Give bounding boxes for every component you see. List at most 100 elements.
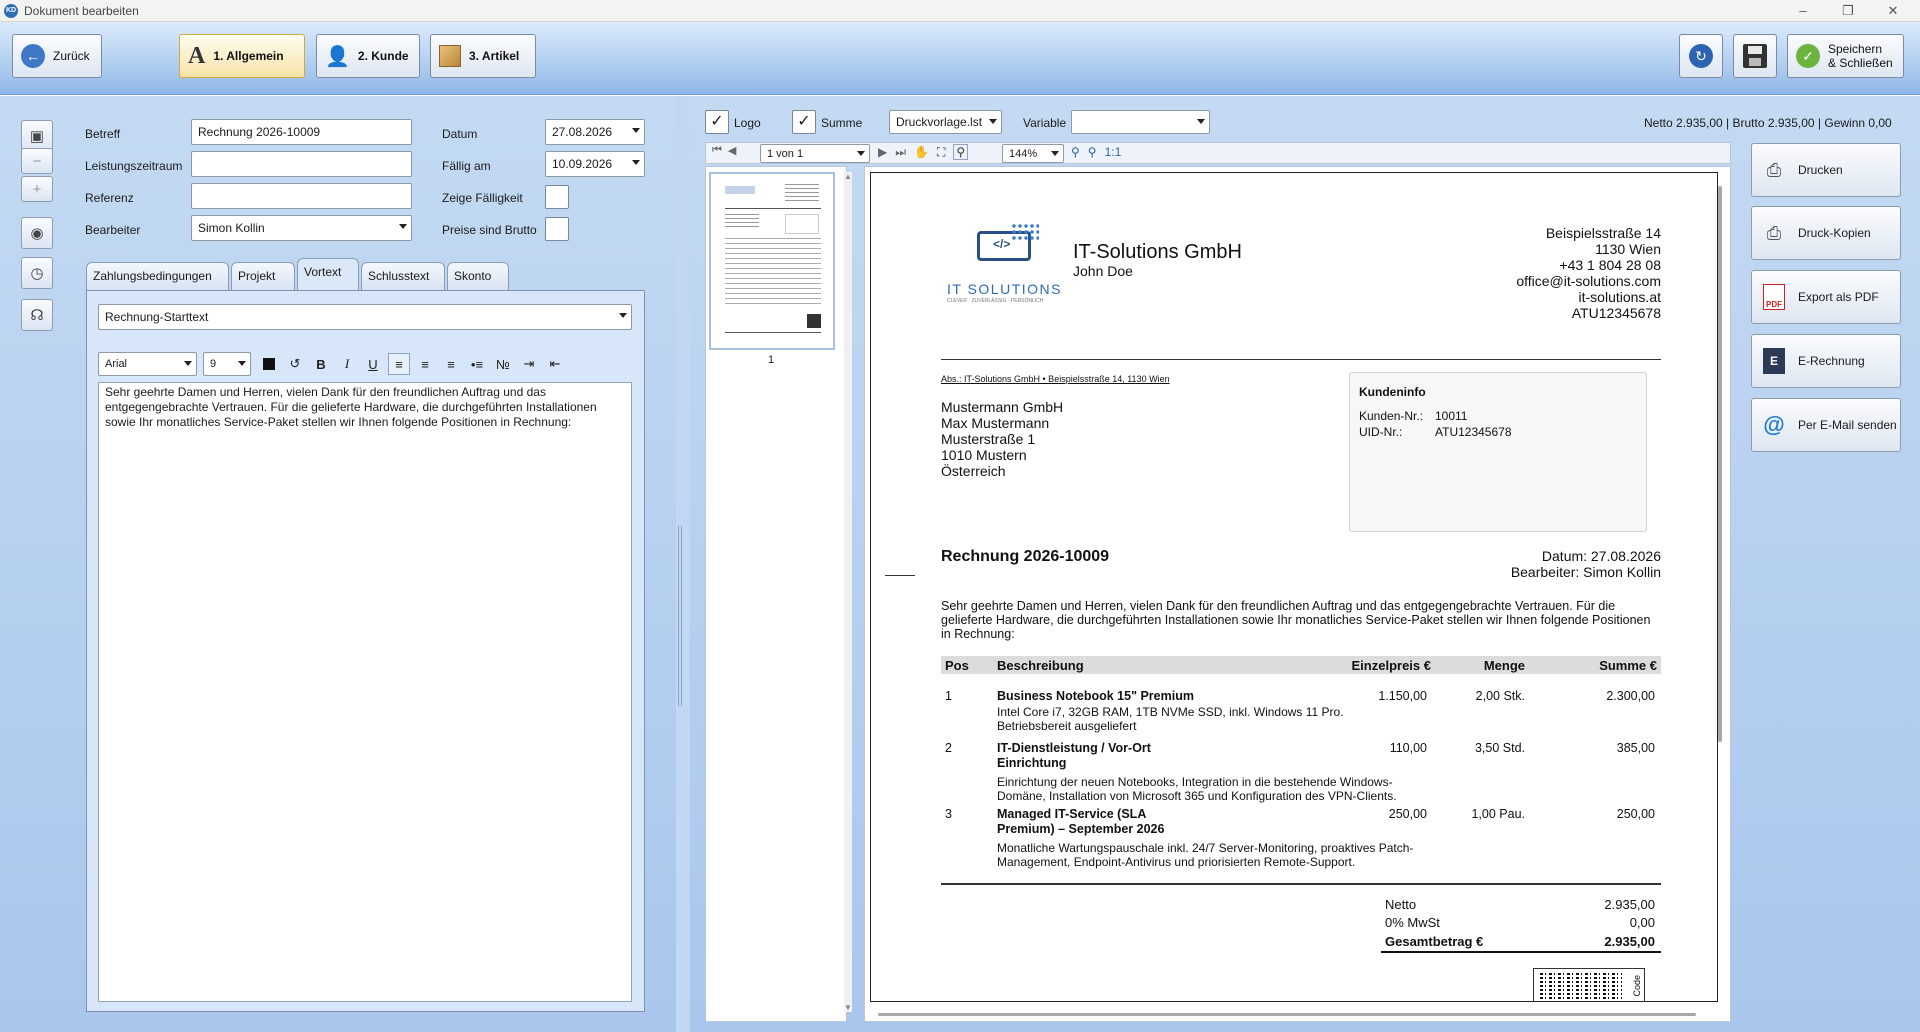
- scroll-up-icon[interactable]: ▲: [844, 172, 852, 181]
- hand-tool-icon[interactable]: ✋: [914, 145, 929, 159]
- save-close-line2: & Schließen: [1828, 56, 1893, 70]
- next-page-icon[interactable]: ▶: [878, 145, 887, 159]
- outdent-icon[interactable]: ⇤: [544, 353, 566, 375]
- chevron-down-icon: [399, 224, 407, 229]
- invoice-intro: Sehr geehrte Damen und Herren, vielen Da…: [941, 599, 1651, 641]
- plus-icon[interactable]: +: [21, 176, 53, 202]
- totals-summary: Netto 2.935,00 | Brutto 2.935,00 | Gewin…: [1644, 116, 1892, 130]
- invoice-meta: Datum: 27.08.2026 Bearbeiter: Simon Koll…: [1431, 548, 1661, 580]
- vortext-editor[interactable]: Sehr geehrte Damen und Herren, vielen Da…: [98, 382, 632, 1002]
- total-underline: [1381, 951, 1661, 953]
- headset-icon[interactable]: ☊: [21, 299, 53, 331]
- scroll-down-icon[interactable]: ▼: [844, 1003, 852, 1012]
- referenz-input[interactable]: [191, 183, 412, 209]
- tab-vortext[interactable]: Vortext: [297, 258, 359, 291]
- referenz-label: Referenz: [85, 191, 134, 205]
- leistungszeitraum-input[interactable]: [191, 151, 412, 177]
- zoom-out-icon[interactable]: ⚲: [1088, 145, 1097, 159]
- save-button[interactable]: [1733, 34, 1777, 78]
- preise-brutto-checkbox[interactable]: [545, 217, 569, 241]
- align-right-icon[interactable]: ≡: [440, 353, 462, 375]
- prev-page-icon[interactable]: ◀: [728, 144, 736, 157]
- tab-allgemein[interactable]: A 1. Allgemein: [179, 34, 305, 78]
- select-tool-icon[interactable]: ⛶: [937, 145, 945, 160]
- font-size-value: 9: [210, 358, 217, 370]
- thumbnail-scrollbar[interactable]: ▲ ▼: [844, 172, 852, 1012]
- align-center-icon[interactable]: ≡: [414, 353, 436, 375]
- zoom-area-icon[interactable]: ⚲: [953, 144, 969, 160]
- document-vertical-scrollbar[interactable]: [1718, 186, 1722, 742]
- align-left-icon[interactable]: ≡: [388, 353, 410, 375]
- maximize-icon[interactable]: ❐: [1828, 1, 1868, 21]
- numbered-list-icon[interactable]: №: [492, 353, 514, 375]
- tab-artikel-label: 3. Artikel: [469, 49, 520, 63]
- item-pos: 3: [945, 807, 952, 821]
- page-value: 1 von 1: [767, 147, 804, 160]
- zeige-faelligkeit-checkbox[interactable]: [545, 185, 569, 209]
- faellig-label: Fällig am: [442, 159, 491, 173]
- summe-checkbox[interactable]: ✓: [792, 110, 816, 134]
- save-close-label: Speichern & Schließen: [1828, 42, 1893, 70]
- zoom-one-to-one[interactable]: 1:1: [1105, 145, 1122, 159]
- header-divider: [941, 359, 1661, 360]
- tab-skonto[interactable]: Skonto: [447, 262, 509, 290]
- logo-label: Logo: [734, 116, 761, 130]
- floppy-disk-icon: [1743, 44, 1767, 68]
- tab-artikel[interactable]: 3. Artikel: [430, 34, 536, 78]
- title-bar: KD Dokument bearbeiten – ❐ ✕: [0, 0, 1920, 22]
- recipient-line: Max Mustermann: [941, 415, 1050, 431]
- font-family-value: Arial: [105, 358, 128, 370]
- logo-graphic: </>: [969, 223, 1039, 271]
- close-icon[interactable]: ✕: [1873, 1, 1913, 21]
- tab-kunde[interactable]: 👤 2. Kunde: [316, 34, 420, 78]
- zoom-in-icon[interactable]: ⚲: [1071, 145, 1080, 159]
- tab-zahlungsbedingungen[interactable]: Zahlungsbedingungen: [86, 262, 229, 290]
- tab-schlusstext[interactable]: Schlusstext: [361, 262, 445, 290]
- invoice-title: Rechnung 2026-10009: [941, 548, 1110, 565]
- page-select[interactable]: 1 von 1: [760, 144, 870, 163]
- export-pdf-label: Export als PDF: [1798, 290, 1879, 304]
- indent-icon[interactable]: ⇥: [518, 353, 540, 375]
- last-page-icon[interactable]: ⏭: [895, 145, 906, 160]
- print-button[interactable]: ⎙ Drucken: [1751, 143, 1901, 197]
- font-size-select[interactable]: 9: [203, 352, 251, 376]
- font-family-select[interactable]: Arial: [98, 352, 197, 376]
- underline-icon[interactable]: U: [362, 353, 384, 375]
- back-button[interactable]: ← Zurück: [12, 34, 102, 78]
- recipient-line: Mustermann GmbH: [941, 399, 1064, 415]
- page-thumbnail[interactable]: [709, 172, 835, 350]
- save-close-line1: Speichern: [1828, 42, 1883, 56]
- document-horizontal-scrollbar[interactable]: [878, 1013, 1696, 1016]
- minus-icon[interactable]: −: [21, 148, 53, 174]
- e-rechnung-button[interactable]: E E-Rechnung: [1751, 334, 1901, 388]
- save-close-button[interactable]: ✓ Speichern & Schließen: [1787, 34, 1904, 78]
- splitter-handle[interactable]: [678, 526, 682, 706]
- faellig-value: 10.09.2026: [552, 157, 613, 171]
- preise-brutto-label: Preise sind Brutto: [442, 223, 537, 237]
- bold-icon[interactable]: B: [310, 353, 332, 375]
- email-send-button[interactable]: @ Per E-Mail senden: [1751, 398, 1901, 452]
- vortext-template-value: Rechnung-Starttext: [105, 310, 209, 324]
- betreff-input[interactable]: Rechnung 2026-10009: [191, 119, 412, 145]
- minimize-icon[interactable]: –: [1783, 1, 1823, 21]
- datum-picker[interactable]: 27.08.2026: [545, 119, 645, 145]
- first-page-icon[interactable]: ⏮: [712, 144, 722, 157]
- vortext-template-select[interactable]: Rechnung-Starttext: [98, 304, 632, 330]
- clock-icon[interactable]: ◷: [21, 257, 53, 289]
- italic-icon[interactable]: I: [336, 353, 358, 375]
- tab-projekt[interactable]: Projekt: [231, 262, 295, 290]
- undo-icon[interactable]: ↺: [284, 353, 306, 375]
- bearbeiter-select[interactable]: Simon Kollin: [191, 215, 412, 241]
- export-pdf-button[interactable]: PDF Export als PDF: [1751, 270, 1901, 324]
- recipient-line: Musterstraße 1: [941, 431, 1036, 447]
- bullet-list-icon[interactable]: •≡: [466, 353, 488, 375]
- zoom-select[interactable]: 144%: [1002, 144, 1064, 163]
- text-color-icon[interactable]: [258, 353, 280, 375]
- druckvorlage-select[interactable]: Druckvorlage.lst: [889, 110, 1002, 134]
- faellig-picker[interactable]: 10.09.2026: [545, 151, 645, 177]
- logo-checkbox[interactable]: ✓: [705, 110, 729, 134]
- variable-select[interactable]: [1071, 110, 1210, 134]
- print-copies-button[interactable]: ⎙ Druck-Kopien: [1751, 206, 1901, 260]
- camera-icon[interactable]: ◉: [21, 217, 53, 249]
- refresh-button[interactable]: ↻: [1679, 34, 1723, 78]
